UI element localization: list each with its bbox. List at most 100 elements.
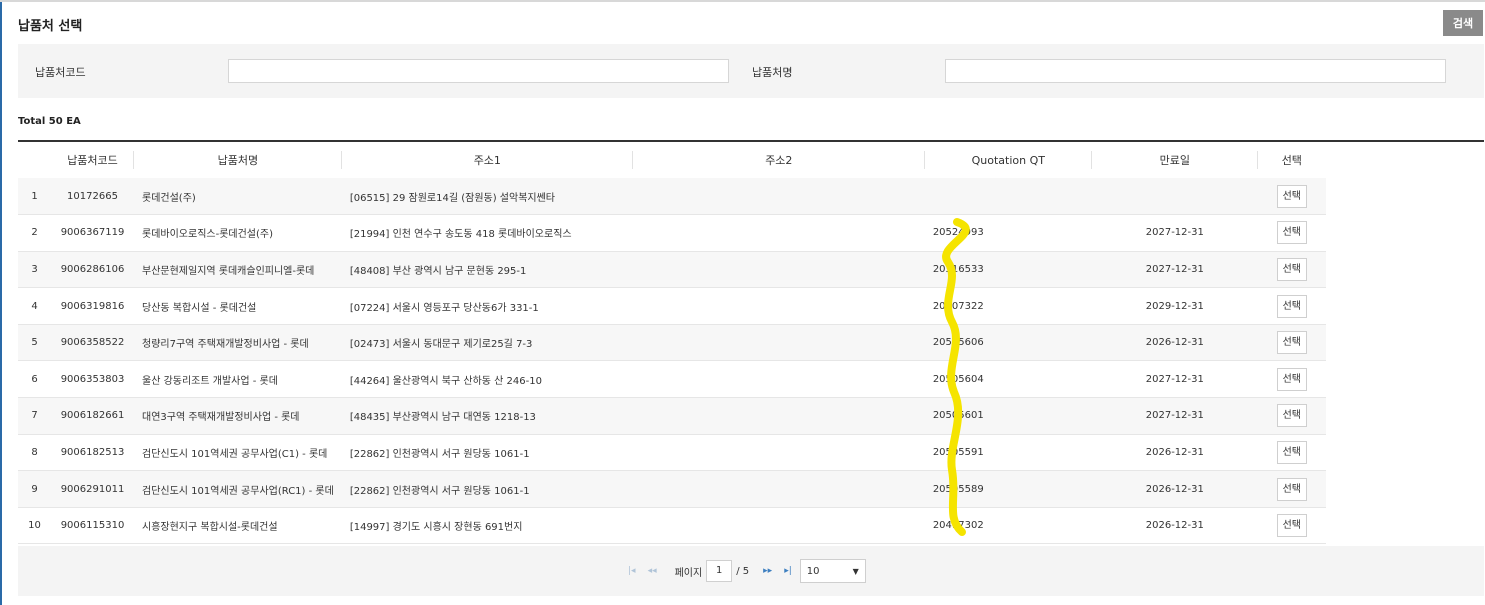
cell-name: 검단신도시 101역세권 공무사업(C1) - 롯데 xyxy=(134,434,342,472)
table-row[interactable]: 10 9006115310 시흥장현지구 복합시설-롯데건설 [14997] 경기도 … xyxy=(18,507,1326,545)
cell-name: 검단신도시 101역세권 공무사업(RC1) - 롯데 xyxy=(134,470,342,508)
select-button[interactable]: 선택 xyxy=(1276,477,1307,501)
cell-code: 9006291011 xyxy=(51,470,134,508)
cell-no: 1 xyxy=(18,178,51,216)
select-button[interactable]: 선택 xyxy=(1276,404,1307,428)
cell-name: 울산 강동리조트 개발사업 - 롯데 xyxy=(134,360,342,399)
code-input[interactable] xyxy=(228,59,729,83)
cell-expiry xyxy=(1091,178,1258,216)
cell-select: 선택 xyxy=(1257,178,1326,216)
cell-select: 선택 xyxy=(1257,287,1326,325)
table-row[interactable]: 8 9006182513 검단신도시 101역세권 공무사업(C1) - 롯데 [22… xyxy=(18,434,1326,472)
cell-quotation-qt: 20505606 xyxy=(924,324,1092,362)
table-row[interactable]: 1 10172665 롯데건설(주) [06515] 29 잠원로14길 (잠원동) … xyxy=(18,178,1326,216)
select-button[interactable]: 선택 xyxy=(1276,294,1307,318)
cell-quotation-qt: 20505591 xyxy=(924,434,1092,472)
cell-code: 10172665 xyxy=(51,178,134,216)
cell-address2 xyxy=(632,434,925,472)
table-row[interactable]: 4 9006319816 당산동 복합시설 - 롯데건설 [07224] 서울시 영등… xyxy=(18,287,1326,325)
select-button[interactable]: 선택 xyxy=(1276,257,1307,281)
cell-code: 9006319816 xyxy=(51,287,134,325)
cell-code: 9006286106 xyxy=(51,251,134,289)
page-number-input[interactable]: 1 xyxy=(706,560,733,582)
select-button[interactable]: 선택 xyxy=(1276,331,1307,355)
table-row[interactable]: 9 9006291011 검단신도시 101역세권 공무사업(RC1) - 롯데 [2… xyxy=(18,470,1326,508)
cell-no: 9 xyxy=(18,470,51,508)
cell-quotation-qt: 20505604 xyxy=(924,360,1092,399)
cell-expiry: 2026-12-31 xyxy=(1091,324,1258,362)
prev-page-icon[interactable]: ◂◂ xyxy=(648,566,657,576)
column-header-name[interactable]: 납품처명 xyxy=(134,142,342,178)
cell-code: 9006182513 xyxy=(51,434,134,472)
table-header-row: 납품처코드 납품처명 주소1 주소2 Quotation QT 만료일 선택 xyxy=(18,142,1326,178)
next-page-icon[interactable]: ▸▸ xyxy=(763,566,772,576)
filter-panel: 납품처코드 납품처명 xyxy=(18,44,1484,98)
select-button[interactable]: 선택 xyxy=(1276,514,1307,538)
cell-quotation-qt: 20505601 xyxy=(924,397,1092,435)
cell-quotation-qt xyxy=(924,178,1092,216)
cell-address1: [44264] 울산광역시 북구 산하동 산 246-10 xyxy=(341,360,633,399)
cell-select: 선택 xyxy=(1257,214,1326,252)
cell-no: 4 xyxy=(18,287,51,325)
column-header-address2[interactable]: 주소2 xyxy=(632,142,925,178)
cell-no: 3 xyxy=(18,251,51,289)
left-border xyxy=(0,0,2,605)
name-input[interactable] xyxy=(945,59,1446,83)
cell-no: 2 xyxy=(18,214,51,252)
cell-address1: [22862] 인천광역시 서구 원당동 1061-1 xyxy=(341,470,633,508)
page-title: 납품처 선택 xyxy=(18,19,83,34)
cell-address2 xyxy=(632,324,925,362)
cell-no: 10 xyxy=(18,507,51,545)
first-page-icon[interactable]: |◂ xyxy=(628,566,636,576)
cell-name: 롯데바이오로직스-롯데건설(주) xyxy=(134,214,342,252)
select-button[interactable]: 선택 xyxy=(1276,367,1307,391)
cell-no: 6 xyxy=(18,360,51,399)
cell-code: 9006358522 xyxy=(51,324,134,362)
cell-no: 5 xyxy=(18,324,51,362)
total-pages: / 5 xyxy=(736,565,750,577)
select-button[interactable]: 선택 xyxy=(1276,221,1307,245)
cell-address2 xyxy=(632,287,925,325)
cell-address1: [14997] 경기도 시흥시 장현동 691번지 xyxy=(341,507,633,545)
column-header-quotation-qt[interactable]: Quotation QT xyxy=(924,142,1092,178)
cell-quotation-qt: 20497302 xyxy=(924,507,1092,545)
cell-address1: [06515] 29 잠원로14길 (잠원동) 설악복지쎈타 xyxy=(341,178,633,216)
column-header-code[interactable]: 납품처코드 xyxy=(51,142,134,178)
column-header-no xyxy=(18,142,51,178)
cell-quotation-qt: 20505589 xyxy=(924,470,1092,508)
table-row[interactable]: 6 9006353803 울산 강동리조트 개발사업 - 롯데 [44264] 울산광… xyxy=(18,360,1326,399)
column-header-select: 선택 xyxy=(1257,142,1326,178)
table-row[interactable]: 7 9006182661 대연3구역 주택재개발정비사업 - 롯데 [48435] 부… xyxy=(18,397,1326,435)
select-button[interactable]: 선택 xyxy=(1276,184,1307,208)
cell-code: 9006115310 xyxy=(51,507,134,545)
delivery-table: 납품처코드 납품처명 주소1 주소2 Quotation QT 만료일 선택 1… xyxy=(18,142,1326,545)
column-header-address1[interactable]: 주소1 xyxy=(341,142,633,178)
search-button[interactable]: 검색 xyxy=(1443,10,1483,36)
page-size-value: 10 xyxy=(806,565,820,577)
cell-select: 선택 xyxy=(1257,324,1326,362)
cell-address2 xyxy=(632,251,925,289)
cell-address2 xyxy=(632,470,925,508)
name-label: 납품처명 xyxy=(752,66,793,79)
table-row[interactable]: 2 9006367119 롯데바이오로직스-롯데건설(주) [21994] 인천 연수… xyxy=(18,214,1326,252)
cell-expiry: 2029-12-31 xyxy=(1091,287,1258,325)
cell-name: 당산동 복합시설 - 롯데건설 xyxy=(134,287,342,325)
cell-code: 9006182661 xyxy=(51,397,134,435)
page-size-select[interactable]: 10 ▼ xyxy=(799,559,866,583)
cell-select: 선택 xyxy=(1257,397,1326,435)
select-button[interactable]: 선택 xyxy=(1276,440,1307,464)
code-label: 납품처코드 xyxy=(35,66,86,79)
cell-quotation-qt: 20524993 xyxy=(924,214,1092,252)
cell-code: 9006353803 xyxy=(51,360,134,399)
pagination: |◂ ◂◂ 페이지 1 / 5 ▸▸ ▸| 10 ▼ xyxy=(628,559,866,583)
cell-address2 xyxy=(632,360,925,399)
last-page-icon[interactable]: ▸| xyxy=(784,566,792,576)
column-header-expiry[interactable]: 만료일 xyxy=(1091,142,1258,178)
table-row[interactable]: 3 9006286106 부산문현제일지역 롯데캐슬인피니엘-롯데 [48408] 부… xyxy=(18,251,1326,289)
cell-select: 선택 xyxy=(1257,470,1326,508)
cell-name: 시흥장현지구 복합시설-롯데건설 xyxy=(134,507,342,545)
table-row[interactable]: 5 9006358522 청량리7구역 주택재개발정비사업 - 롯데 [02473] … xyxy=(18,324,1326,362)
cell-address2 xyxy=(632,214,925,252)
cell-expiry: 2026-12-31 xyxy=(1091,470,1258,508)
cell-select: 선택 xyxy=(1257,251,1326,289)
